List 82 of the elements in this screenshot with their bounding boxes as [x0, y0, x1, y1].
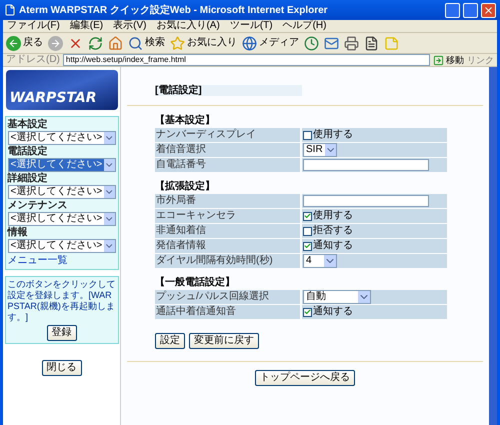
- dropdown[interactable]: <選択してください>: [8, 239, 116, 253]
- toolbar-button[interactable]: 検索: [128, 36, 165, 50]
- section-title: 【一般電話設定】: [155, 276, 236, 289]
- dropdown[interactable]: SIR: [303, 143, 337, 157]
- dropdown[interactable]: <選択してください>: [8, 158, 116, 172]
- text-field[interactable]: [303, 195, 429, 207]
- menu-item[interactable]: ヘルプ(H): [282, 20, 326, 32]
- maximize-button[interactable]: [463, 2, 478, 18]
- setting-label: 通話中着信通知音: [155, 305, 300, 319]
- back-icon: [6, 36, 21, 50]
- menu-label: 電話設定: [8, 146, 48, 158]
- forward-icon: [48, 36, 63, 50]
- logo-text: WARPSTAR: [10, 90, 96, 106]
- minimize-button[interactable]: [445, 2, 460, 18]
- checkmark-icon: [304, 212, 311, 220]
- globe-icon: [242, 36, 257, 50]
- dropdown[interactable]: <選択してください>: [8, 185, 116, 199]
- menu-item[interactable]: お気に入り(A): [156, 20, 220, 32]
- dropdown[interactable]: 4: [303, 254, 337, 268]
- toolbar-button[interactable]: [344, 36, 359, 50]
- toolbar-button[interactable]: 戻る: [6, 36, 43, 50]
- toolbar-button[interactable]: [88, 36, 103, 50]
- dropdown[interactable]: 自動: [303, 290, 371, 304]
- address-field[interactable]: http://web.setup/index_frame.html: [62, 54, 430, 66]
- menu-label: 情報: [8, 227, 28, 239]
- setting-label: 市外局番: [155, 194, 300, 208]
- scrollbar[interactable]: [489, 67, 497, 425]
- form-button[interactable]: 変更前に戻す: [189, 333, 259, 349]
- star-icon: [170, 36, 185, 50]
- setting-label: 非通知着信: [155, 224, 300, 238]
- text-field[interactable]: [303, 159, 429, 171]
- checkbox[interactable]: 拒否する: [303, 225, 353, 237]
- toolbar-button[interactable]: お気に入り: [170, 36, 237, 50]
- dropdown[interactable]: <選択してください>: [8, 212, 116, 226]
- menu-item[interactable]: ファイル(F): [7, 20, 60, 32]
- menu-label: 基本設定: [8, 119, 48, 131]
- search-icon: [128, 36, 143, 50]
- address-label: アドレス(D): [6, 54, 60, 66]
- toolbar-button[interactable]: [304, 36, 319, 50]
- toolbar-button[interactable]: メディア: [242, 36, 299, 50]
- page-icon: [4, 4, 16, 16]
- menu-label: 詳細設定: [8, 173, 48, 185]
- setting-label: ナンバーディスプレイ: [155, 128, 300, 142]
- checkbox[interactable]: 通知する: [303, 240, 353, 252]
- toolbar-button[interactable]: [324, 36, 339, 50]
- note-icon: [384, 36, 399, 50]
- toolbar-button[interactable]: [364, 36, 379, 50]
- setting-label: 着信音選択: [155, 143, 300, 157]
- menu-item[interactable]: 編集(E): [70, 20, 104, 32]
- form-button[interactable]: 設定: [155, 333, 185, 349]
- menu-list-link[interactable]: メニュー一覧: [8, 254, 116, 267]
- page-title: [電話設定]: [155, 85, 302, 96]
- setting-label: 自電話番号: [155, 158, 300, 172]
- section-title: 【基本設定】: [155, 114, 216, 127]
- setting-label: プッシュ/パルス回線選択: [155, 290, 300, 304]
- checkbox[interactable]: 使用する: [303, 210, 353, 222]
- setting-label: 発信者情報: [155, 239, 300, 253]
- go-button[interactable]: 移動: [433, 54, 464, 66]
- menu-item[interactable]: 表示(V): [113, 20, 146, 32]
- mail-icon: [324, 36, 339, 50]
- checkmark-icon: [304, 308, 311, 316]
- window-title: Aterm WARPSTAR クイック設定Web - Microsoft Internet Explorer: [19, 3, 329, 18]
- document-icon: [364, 36, 379, 50]
- register-note: このボタンをクリックして設定を登録します。[WARPSTAR(親機)を再起動します。]: [8, 279, 116, 323]
- dropdown[interactable]: <選択してください>: [8, 131, 116, 145]
- checkmark-icon: [304, 242, 311, 250]
- setting-label: エコーキャンセラ: [155, 209, 300, 223]
- menu-label: メンテナンス: [8, 200, 68, 212]
- clock-icon: [304, 36, 319, 50]
- close-window-button[interactable]: 閉じる: [42, 360, 82, 376]
- printer-icon: [344, 36, 359, 50]
- setting-label: ダイヤル間隔有効時間(秒): [155, 254, 300, 268]
- home-icon: [108, 36, 123, 50]
- section-title: 【拡張設定】: [155, 180, 216, 193]
- checkbox[interactable]: 通知する: [303, 306, 353, 318]
- top-page-button[interactable]: トップページへ戻る: [255, 370, 355, 386]
- close-icon: [483, 4, 494, 16]
- menu-item[interactable]: ツール(T): [230, 20, 273, 32]
- checkbox[interactable]: 使用する: [303, 129, 353, 141]
- close-button[interactable]: [481, 2, 496, 18]
- register-button[interactable]: 登録: [46, 325, 76, 341]
- refresh-icon: [88, 36, 103, 50]
